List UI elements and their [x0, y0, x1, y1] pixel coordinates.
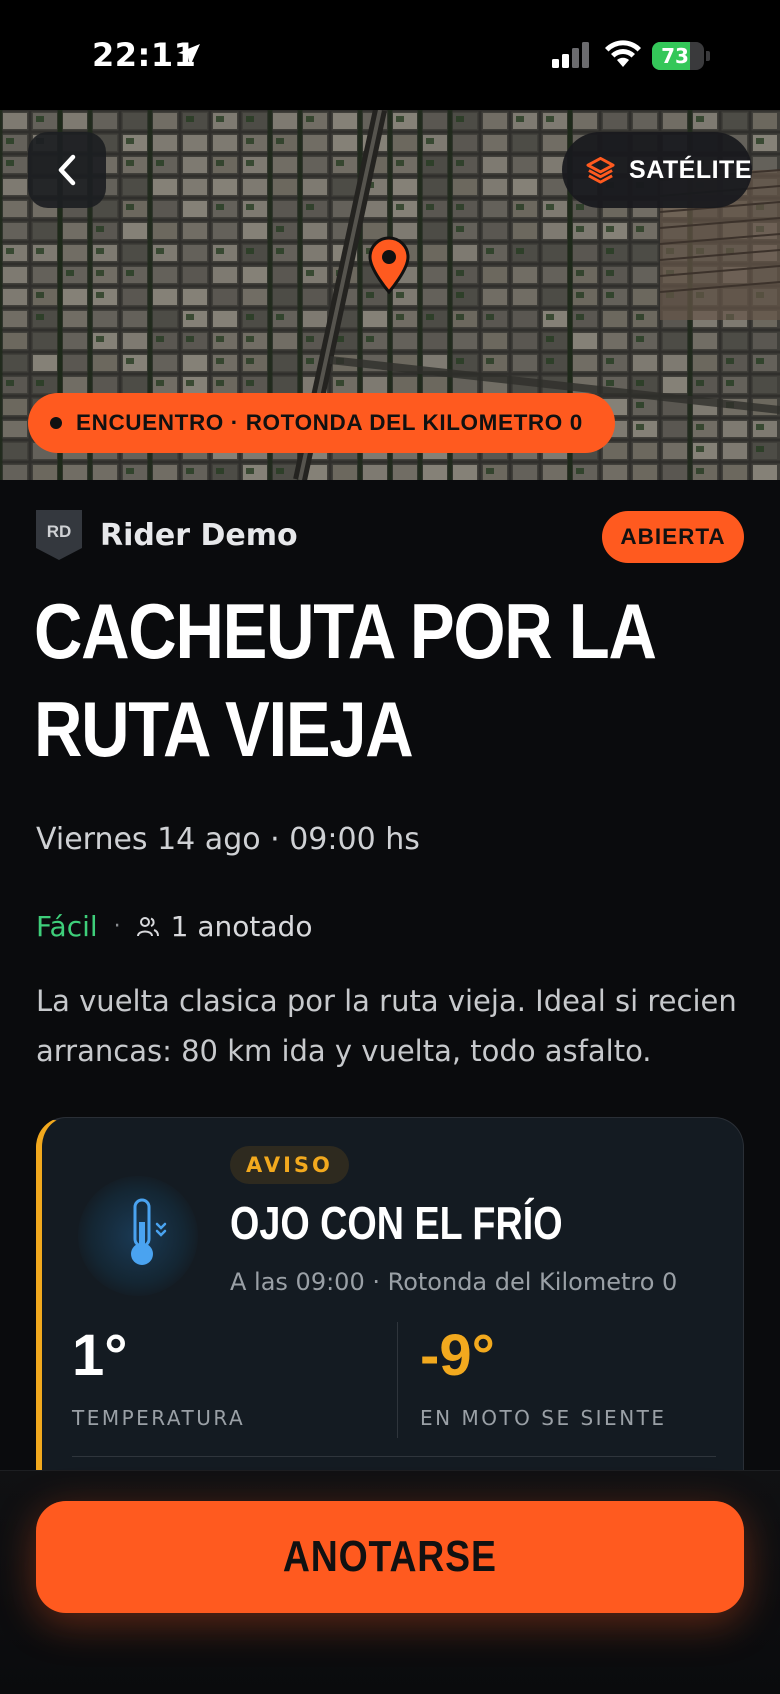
layers-icon [586, 156, 615, 184]
feels-like-value: -9° [420, 1323, 495, 1388]
alert-subtitle: A las 09:00 · Rotonda del Kilometro 0 [230, 1268, 678, 1296]
organizer-avatar: RD [36, 510, 82, 560]
battery-indicator: 73 [652, 42, 710, 70]
card-divider [72, 1456, 716, 1457]
thermometer-cold-icon [131, 1198, 167, 1265]
map-layer-label: SATÉLITE [629, 155, 752, 184]
people-icon [136, 916, 159, 936]
cellular-signal-icon [552, 42, 589, 68]
bottom-action-bar: ANOTARSE [0, 1470, 780, 1694]
temperature-stat: 1° TEMPERATURA [72, 1323, 246, 1431]
join-ride-label: ANOTARSE [283, 1532, 497, 1581]
status-badge: ABIERTA [602, 511, 744, 563]
status-bar: 22:11 73 [0, 0, 780, 110]
feels-like-stat: -9° EN MOTO SE SIENTE [420, 1323, 667, 1431]
feels-like-label: EN MOTO SE SIENTE [420, 1406, 667, 1430]
ride-date-time: Viernes 14 ago · 09:00 hs [36, 822, 420, 857]
ride-description: La vuelta clasica por la ruta vieja. Ide… [36, 984, 737, 1068]
organizer-initials: RD [47, 522, 72, 541]
chevron-left-icon [58, 154, 76, 186]
meeting-point-chip[interactable]: ENCUENTRO · ROTONDA DEL KILOMETRO 0 [28, 393, 615, 453]
map-pin-icon[interactable] [366, 236, 412, 294]
difficulty-label: Fácil [36, 910, 98, 943]
join-ride-button[interactable]: ANOTARSE [36, 1501, 744, 1613]
ride-meta: Fácil · 1 anotado [36, 910, 312, 943]
participants-count: 1 anotado [170, 910, 313, 943]
temperature-value: 1° [72, 1323, 128, 1388]
alert-tag: AVISO [230, 1146, 349, 1184]
meeting-point-label: ENCUENTRO · ROTONDA DEL KILOMETRO 0 [76, 410, 583, 435]
ride-title: CACHEUTA POR LA RUTA VIEJA [34, 587, 654, 773]
weather-alert-card: AVISO OJO CON EL FRÍO A las 09:00 · Roto… [36, 1117, 744, 1477]
battery-percent: 73 [661, 44, 689, 68]
map-layer-toggle[interactable]: SATÉLITE [562, 132, 752, 208]
stat-divider [397, 1322, 398, 1438]
organizer-name: Rider Demo [100, 517, 298, 553]
temperature-label: TEMPERATURA [72, 1406, 246, 1430]
organizer[interactable]: RD Rider Demo [36, 510, 298, 560]
meeting-dot-icon [50, 417, 62, 429]
alert-title: OJO CON EL FRÍO [230, 1197, 563, 1249]
location-arrow-icon [178, 44, 200, 66]
back-button[interactable] [28, 132, 106, 208]
meta-separator: · [113, 914, 121, 939]
wifi-icon [605, 40, 641, 67]
